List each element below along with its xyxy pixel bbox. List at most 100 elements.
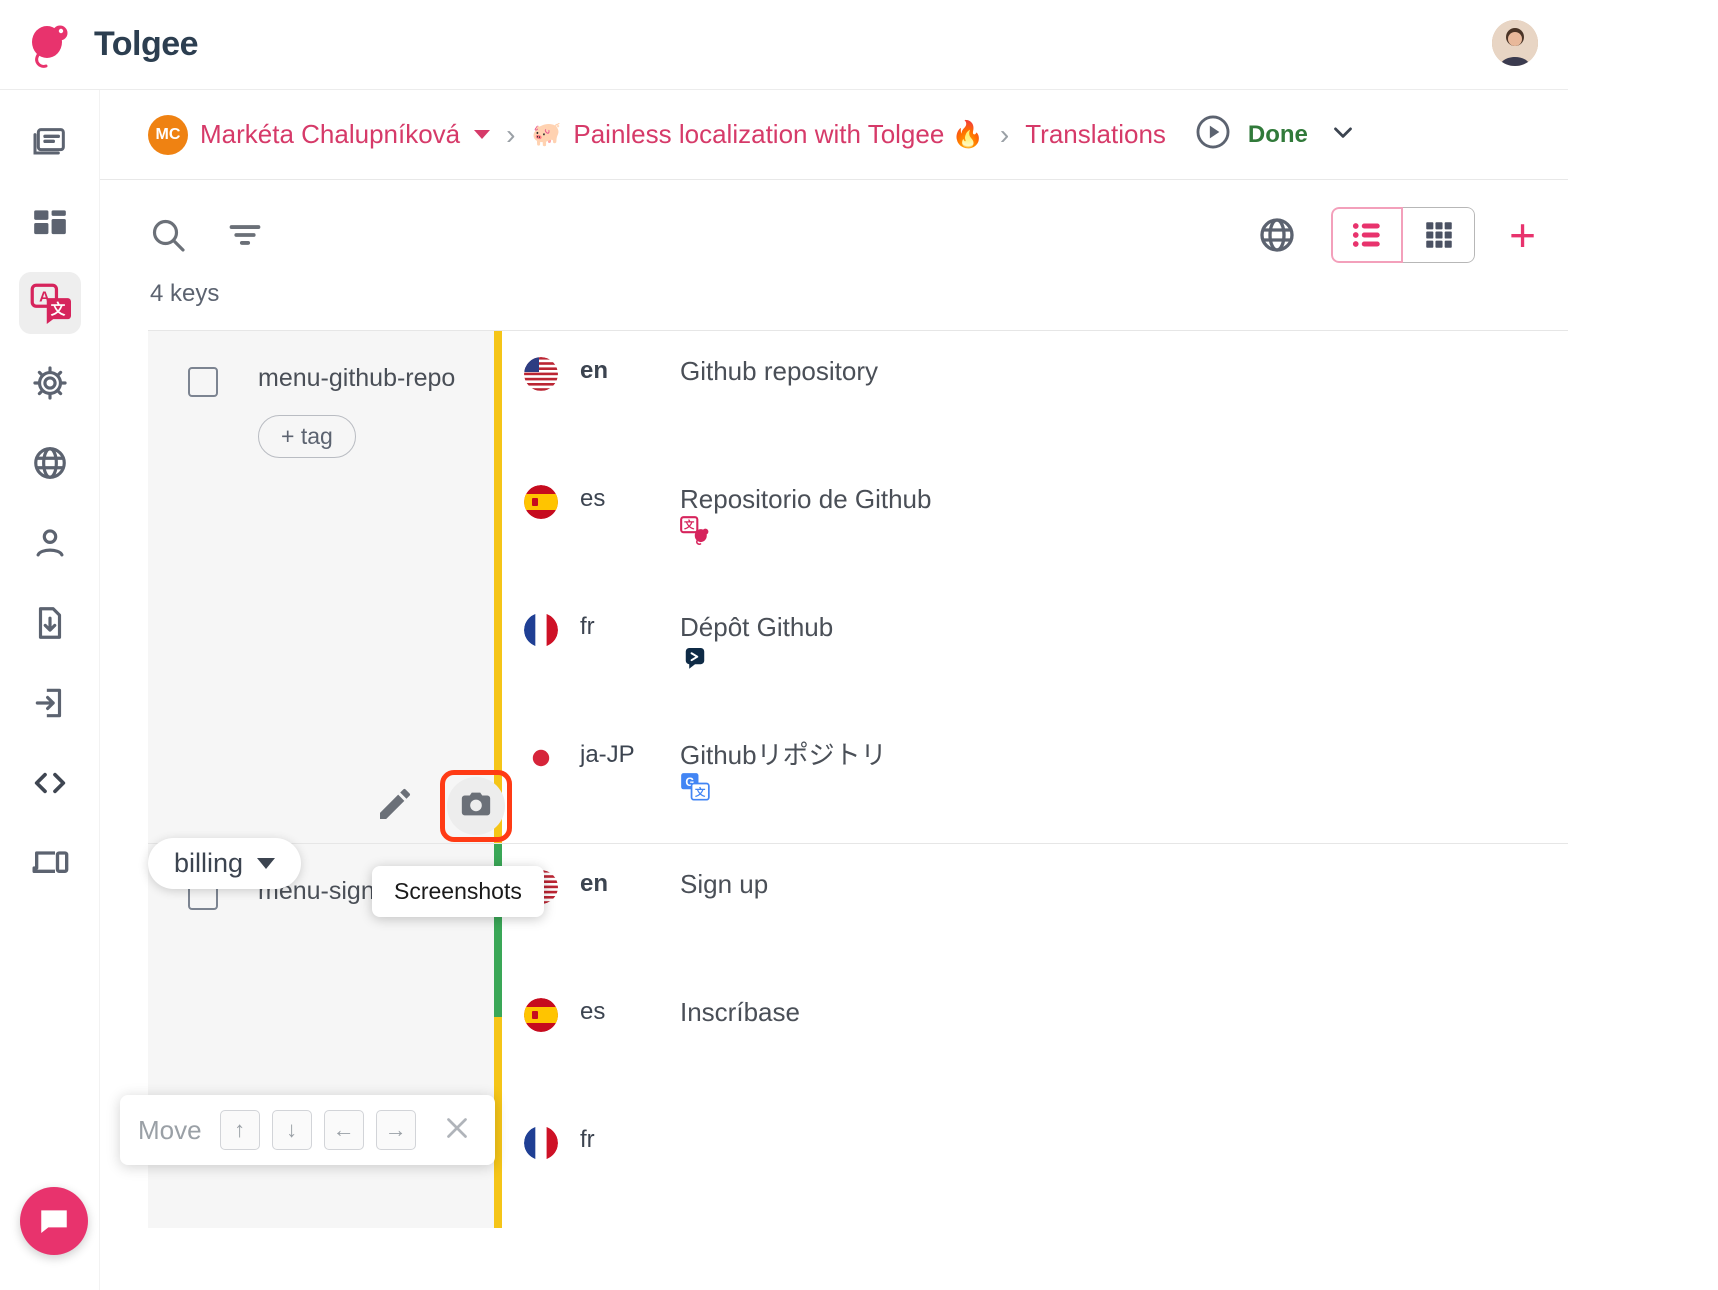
move-label: Move: [138, 1115, 202, 1146]
sidebar-item-translations[interactable]: A 文: [19, 272, 81, 334]
translation-text[interactable]: Github repository: [680, 355, 878, 388]
translations-cell: en Sign up: [502, 844, 1562, 1228]
breadcrumb-project[interactable]: 🐖 Painless localization with Tolgee 🔥: [531, 119, 983, 150]
billing-chip[interactable]: billing: [148, 838, 301, 889]
translation-row-ja[interactable]: ja-JP Githubリポジトリ G 文: [502, 715, 1562, 843]
translation-text[interactable]: Sign up: [680, 868, 768, 901]
translation-text[interactable]: Dépôt Github: [680, 611, 833, 644]
language-code: en: [580, 870, 680, 898]
language-code: es: [580, 485, 680, 513]
flag-es-icon: [524, 998, 558, 1032]
app-logo[interactable]: Tolgee: [24, 19, 198, 71]
chat-fab-button[interactable]: [20, 1187, 88, 1255]
svg-text:文: 文: [50, 300, 65, 318]
screenshot-tooltip: Screenshots: [372, 866, 544, 917]
provider-deepl-icon: [680, 661, 710, 678]
translation-text-wrap: Inscríbase: [680, 996, 800, 1029]
camera-icon: [459, 787, 493, 826]
translation-row-fr[interactable]: fr: [502, 1100, 1562, 1228]
view-grid-button[interactable]: [1403, 207, 1475, 263]
chevron-down-icon-billing[interactable]: [257, 858, 275, 869]
arrow-down-key[interactable]: ↓: [272, 1110, 312, 1150]
view-list-button[interactable]: [1331, 207, 1403, 263]
translation-row-es[interactable]: es Repositorio de Github 文: [502, 459, 1562, 587]
sidebar-item-developer[interactable]: [19, 752, 81, 814]
export-icon: [31, 684, 69, 722]
org-avatar: MC: [148, 115, 188, 155]
devices-icon: [30, 843, 70, 883]
language-code: es: [580, 998, 680, 1026]
play-circle-icon[interactable]: [1194, 113, 1232, 156]
code-icon: [30, 763, 70, 803]
translation-text[interactable]: Inscríbase: [680, 996, 800, 1029]
close-icon[interactable]: [440, 1111, 474, 1150]
avatar[interactable]: [1492, 20, 1538, 66]
translations-toolbar: +: [100, 180, 1568, 290]
language-code: fr: [580, 1126, 680, 1154]
screenshots-button[interactable]: [447, 777, 505, 835]
sidebar-item-projects[interactable]: [19, 112, 81, 174]
breadcrumb-organization[interactable]: MC Markéta Chalupníková: [148, 115, 490, 155]
table-row: menu-signup: [148, 843, 1568, 1228]
search-icon[interactable]: [148, 215, 188, 255]
translation-row-fr[interactable]: fr Dépôt Github: [502, 587, 1562, 715]
dashboard-icon: [31, 204, 69, 242]
sidebar-item-dashboard[interactable]: [19, 192, 81, 254]
translation-text-wrap: Dépôt Github: [680, 611, 833, 679]
flag-fr-icon: [524, 613, 558, 647]
translation-row-en[interactable]: en Github repository: [502, 331, 1562, 459]
person-icon: [31, 524, 69, 562]
project-name: Painless localization with Tolgee 🔥: [573, 119, 984, 150]
translation-text[interactable]: Repositorio de Github: [680, 483, 931, 516]
screenshot-highlight: [440, 770, 512, 842]
translations-cell: en Github repository: [502, 331, 1562, 843]
app-title: Tolgee: [94, 25, 198, 64]
move-hint-bar: Move ↑ ↓ ← →: [120, 1095, 495, 1165]
provider-google-translate-icon: G 文: [680, 789, 710, 806]
sidebar-item-languages[interactable]: [19, 432, 81, 494]
add-key-button[interactable]: +: [1509, 212, 1536, 258]
translation-text-wrap: Github repository: [680, 355, 878, 388]
svg-text:文: 文: [683, 518, 695, 531]
svg-text:文: 文: [694, 786, 706, 799]
view-toggle-group: [1331, 207, 1475, 263]
chevron-down-icon[interactable]: [474, 130, 490, 139]
chevron-down-icon-status[interactable]: [1328, 117, 1358, 152]
sidebar-item-import[interactable]: [19, 592, 81, 654]
flag-us-icon: [524, 357, 558, 391]
gear-icon: [31, 364, 69, 402]
row-checkbox[interactable]: [188, 367, 218, 397]
breadcrumb: MC Markéta Chalupníková › 🐖 Painless loc…: [100, 90, 1568, 180]
language-code: ja-JP: [580, 741, 680, 769]
breadcrumb-separator: ›: [506, 119, 515, 151]
sidebar: A 文: [0, 90, 100, 1290]
sidebar-item-export[interactable]: [19, 672, 81, 734]
translation-text[interactable]: Githubリポジトリ: [680, 739, 887, 772]
sidebar-item-integrate[interactable]: [19, 832, 81, 894]
top-bar: Tolgee: [0, 0, 1568, 90]
globe-icon-languages[interactable]: [1257, 215, 1297, 255]
tolgee-mouse-icon: [24, 19, 76, 71]
arrow-up-key[interactable]: ↑: [220, 1110, 260, 1150]
breadcrumb-separator-2: ›: [1000, 119, 1009, 151]
arrow-right-key[interactable]: →: [376, 1110, 416, 1150]
translation-row-en[interactable]: en Sign up: [502, 844, 1562, 972]
globe-icon: [31, 444, 69, 482]
add-tag-button[interactable]: + tag: [258, 415, 356, 458]
project-emoji-icon: 🐖: [531, 120, 561, 149]
projects-icon: [30, 123, 70, 163]
breadcrumb-section[interactable]: Translations: [1025, 119, 1166, 150]
sidebar-item-settings[interactable]: [19, 352, 81, 414]
flag-jp-icon: [524, 741, 558, 775]
chat-bubble-icon: [37, 1204, 71, 1238]
edit-key-button[interactable]: [368, 779, 422, 833]
sidebar-item-members[interactable]: [19, 512, 81, 574]
key-name[interactable]: menu-github-repo: [258, 363, 455, 393]
pencil-icon: [375, 784, 415, 829]
arrow-left-key[interactable]: ←: [324, 1110, 364, 1150]
filter-icon[interactable]: [226, 216, 264, 254]
language-code: en: [580, 357, 680, 385]
row-action-buttons: [368, 770, 512, 842]
translation-text-wrap: Repositorio de Github 文: [680, 483, 931, 551]
translation-row-es[interactable]: es Inscríbase: [502, 972, 1562, 1100]
